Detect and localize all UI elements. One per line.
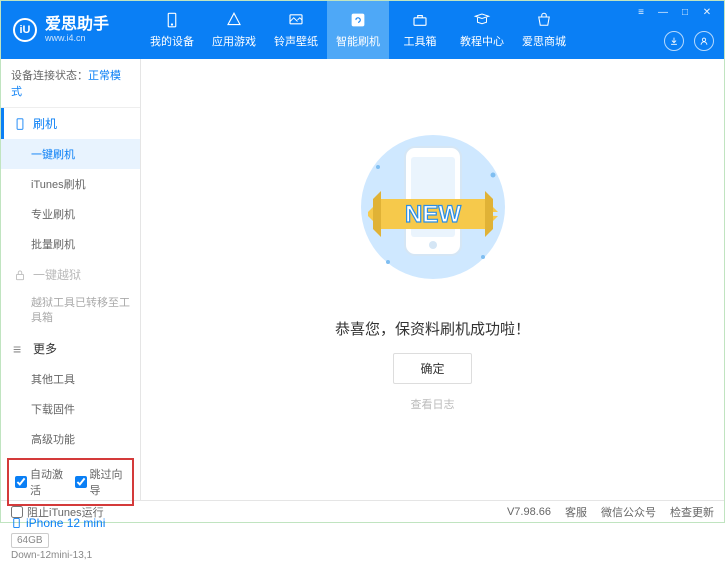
nav-label: 爱思商城 — [522, 33, 566, 49]
device-status: 设备连接状态：正常模式 — [1, 59, 140, 108]
wechat-link[interactable]: 微信公众号 — [601, 504, 656, 520]
logo-area: iU 爱思助手 www.i4.cn — [1, 17, 141, 43]
book-icon — [473, 11, 491, 29]
new-banner-text: NEW — [405, 201, 461, 228]
nav-tutorials[interactable]: 教程中心 — [451, 1, 513, 59]
section-title: 更多 — [33, 340, 57, 357]
sidebar-item-itunes-flash[interactable]: iTunes刷机 — [1, 169, 140, 199]
checkbox-label: 阻止iTunes运行 — [27, 504, 104, 520]
phone-icon — [13, 117, 27, 131]
main-nav: 我的设备 应用游戏 铃声壁纸 智能刷机 工具箱 教程中心 爱思商城 — [141, 1, 575, 59]
toolbox-icon — [411, 11, 429, 29]
success-message: 恭喜您，保资料刷机成功啦！ — [335, 318, 530, 339]
nav-label: 应用游戏 — [212, 33, 256, 49]
sidebar-item-download-firmware[interactable]: 下载固件 — [1, 394, 140, 424]
store-icon — [535, 11, 553, 29]
options-highlight-box: 自动激活 跳过向导 — [7, 458, 134, 506]
minimize-icon[interactable]: — — [656, 5, 670, 19]
menu-icon[interactable]: ≡ — [634, 5, 648, 19]
check-update-link[interactable]: 检查更新 — [670, 504, 714, 520]
window-controls: ≡ — □ ✕ — [634, 5, 714, 19]
view-log-link[interactable]: 查看日志 — [411, 396, 455, 412]
nav-label: 工具箱 — [404, 33, 437, 49]
download-icon[interactable] — [664, 31, 684, 51]
nav-my-device[interactable]: 我的设备 — [141, 1, 203, 59]
section-title: 一键越狱 — [33, 266, 81, 283]
refresh-icon — [349, 11, 367, 29]
apps-icon — [225, 11, 243, 29]
nav-ringtone-wallpaper[interactable]: 铃声壁纸 — [265, 1, 327, 59]
lock-icon — [13, 268, 27, 282]
checkbox-label: 自动激活 — [30, 466, 67, 498]
main-content: NEW 恭喜您，保资料刷机成功啦！ 确定 查看日志 — [141, 59, 724, 500]
version-label: V7.98.66 — [507, 506, 551, 518]
success-illustration: NEW — [333, 127, 533, 300]
maximize-icon[interactable]: □ — [678, 5, 692, 19]
hamburger-icon — [13, 341, 27, 355]
user-controls — [664, 31, 714, 51]
phone-icon — [163, 11, 181, 29]
nav-label: 智能刷机 — [336, 33, 380, 49]
sidebar-item-other-tools[interactable]: 其他工具 — [1, 364, 140, 394]
device-version: Down-12mini-13,1 — [11, 550, 130, 561]
sidebar-section-jailbreak: 一键越狱 — [1, 259, 140, 290]
header-right: ≡ — □ ✕ — [634, 1, 714, 59]
app-name: 爱思助手 — [45, 17, 109, 33]
sidebar-section-flash[interactable]: 刷机 — [1, 108, 140, 139]
nav-label: 教程中心 — [460, 33, 504, 49]
checkbox-input[interactable] — [11, 506, 23, 518]
status-label: 设备连接状态： — [11, 70, 88, 82]
checkbox-input[interactable] — [75, 476, 87, 488]
nav-label: 我的设备 — [150, 33, 194, 49]
checkbox-label: 跳过向导 — [90, 466, 127, 498]
sidebar-item-oneclick-flash[interactable]: 一键刷机 — [1, 139, 140, 169]
customer-service-link[interactable]: 客服 — [565, 504, 587, 520]
app-logo-icon: iU — [13, 18, 37, 42]
nav-smart-flash[interactable]: 智能刷机 — [327, 1, 389, 59]
sidebar-item-batch-flash[interactable]: 批量刷机 — [1, 229, 140, 259]
wallpaper-icon — [287, 11, 305, 29]
app-site: www.i4.cn — [45, 33, 109, 43]
nav-store[interactable]: 爱思商城 — [513, 1, 575, 59]
nav-toolbox[interactable]: 工具箱 — [389, 1, 451, 59]
device-storage-badge: 64GB — [11, 533, 49, 548]
checkbox-block-itunes[interactable]: 阻止iTunes运行 — [11, 504, 104, 520]
section-title: 刷机 — [33, 115, 57, 132]
app-header: iU 爱思助手 www.i4.cn 我的设备 应用游戏 铃声壁纸 智能刷机 工具… — [1, 1, 724, 59]
ok-button[interactable]: 确定 — [393, 353, 471, 384]
sidebar: 设备连接状态：正常模式 刷机 一键刷机 iTunes刷机 专业刷机 批量刷机 一… — [1, 59, 141, 500]
checkbox-skip-guide[interactable]: 跳过向导 — [75, 466, 127, 498]
sidebar-section-more[interactable]: 更多 — [1, 333, 140, 364]
user-icon[interactable] — [694, 31, 714, 51]
sidebar-item-pro-flash[interactable]: 专业刷机 — [1, 199, 140, 229]
nav-label: 铃声壁纸 — [274, 33, 318, 49]
checkbox-input[interactable] — [15, 476, 27, 488]
jailbreak-note: 越狱工具已转移至工具箱 — [1, 290, 140, 333]
checkbox-auto-activate[interactable]: 自动激活 — [15, 466, 67, 498]
sidebar-item-advanced[interactable]: 高级功能 — [1, 424, 140, 454]
close-icon[interactable]: ✕ — [700, 5, 714, 19]
nav-apps-games[interactable]: 应用游戏 — [203, 1, 265, 59]
